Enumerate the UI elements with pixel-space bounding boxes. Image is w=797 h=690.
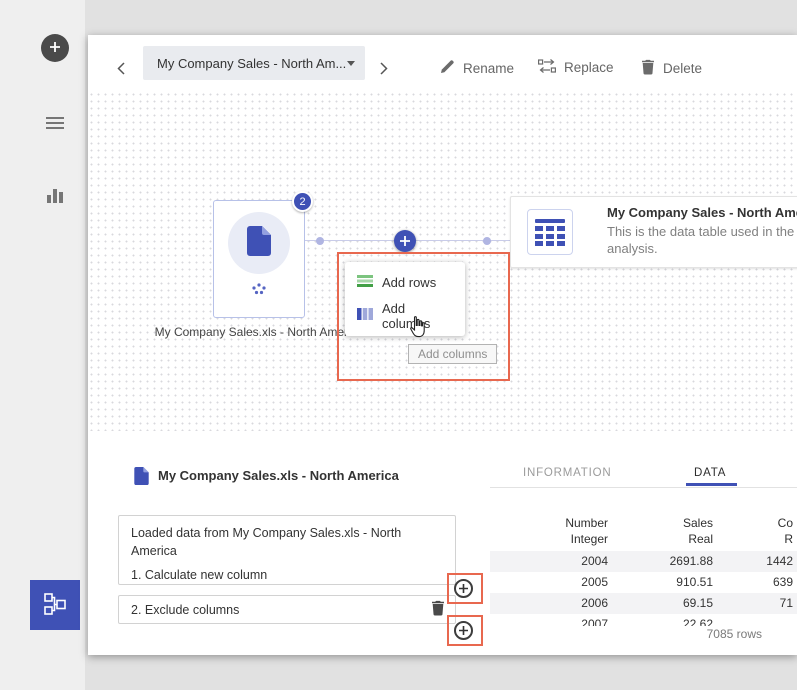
table-card-description: This is the data table used in the analy… (607, 224, 797, 258)
delete-label: Delete (663, 61, 702, 76)
bar-chart-icon (46, 187, 64, 206)
replace-label: Replace (564, 60, 614, 75)
data-table-selector[interactable]: My Company Sales - North Am... (143, 46, 365, 80)
cell: 639 (773, 572, 793, 593)
menu-item-label: Add rows (382, 275, 436, 290)
cell: 22.62 (683, 614, 713, 626)
connection-port (483, 237, 491, 245)
delete-step-button[interactable] (426, 599, 450, 621)
divider (490, 487, 797, 488)
rename-button[interactable]: Rename (440, 59, 514, 77)
cell: 2004 (581, 551, 608, 572)
column-header: Number (565, 515, 608, 531)
active-tab-indicator (686, 483, 737, 486)
table-row: 2005 910.51 639 (490, 572, 797, 593)
menu-item-add-columns[interactable]: Add columns (345, 299, 465, 332)
cell: 2691.88 (670, 551, 713, 572)
cell: 2007 (581, 614, 608, 626)
delete-button[interactable]: Delete (641, 59, 702, 78)
add-columns-icon (357, 308, 373, 323)
replace-button[interactable]: Replace (538, 59, 614, 76)
canvas-toolbar: My Company Sales - North Am... Rename (88, 35, 797, 91)
add-rows-icon (357, 275, 373, 290)
table-card-title: My Company Sales - North America (607, 205, 797, 220)
plus-icon (459, 623, 468, 638)
column-header: Sales (683, 515, 713, 531)
menu-item-label: Add columns (382, 301, 453, 331)
table-header-row: Number Sales Co (490, 515, 797, 531)
cell: 910.51 (676, 572, 713, 593)
column-type: Real (688, 531, 713, 547)
left-toolbar (0, 0, 85, 690)
step-2-label: 2. Exclude columns (119, 603, 239, 617)
plus-icon (400, 234, 410, 249)
node-avatar (228, 212, 290, 274)
file-icon (134, 467, 149, 490)
chevron-down-icon (347, 61, 355, 66)
flow-canvas: 2 My Company Sales.xls - (88, 91, 797, 431)
step-1-label: 1. Calculate new column (131, 567, 443, 585)
row-count: 7085 rows (707, 627, 762, 641)
data-table-card[interactable]: My Company Sales - North America This is… (510, 196, 797, 268)
table-icon (527, 209, 573, 255)
column-type: Integer (571, 531, 608, 547)
rename-label: Rename (463, 61, 514, 76)
table-row: 2007 22.62 (490, 614, 797, 626)
table-row: 2006 69.15 71 (490, 593, 797, 614)
table-row: 2004 2691.88 1442 (490, 551, 797, 572)
connection-port (316, 237, 324, 245)
cell: 2005 (581, 572, 608, 593)
list-icon (46, 116, 64, 133)
plus-icon (459, 581, 468, 596)
add-menu: Add rows Add columns (345, 262, 465, 336)
chevron-left-icon (117, 63, 125, 78)
app-window: My Company Sales - North Am... Rename (0, 0, 797, 690)
step-count-badge: 2 (292, 191, 313, 212)
cell: 69.15 (683, 593, 713, 614)
load-step-box: Loaded data from My Company Sales.xls - … (118, 515, 456, 585)
data-list-button[interactable] (45, 116, 65, 132)
cell: 2006 (581, 593, 608, 614)
selector-label: My Company Sales - North Am... (157, 56, 346, 71)
cell: 71 (780, 593, 793, 614)
previous-table-button[interactable] (117, 62, 125, 78)
tooltip: Add columns (408, 344, 497, 364)
data-function-icon (214, 282, 304, 296)
visualizations-button[interactable] (45, 188, 65, 205)
clipped-row-container: 2007 22.62 (490, 614, 797, 626)
insert-step-button[interactable] (454, 579, 473, 598)
add-transformation-button[interactable] (394, 230, 416, 252)
tab-information[interactable]: INFORMATION (523, 467, 611, 479)
column-header: Co (778, 515, 793, 531)
menu-item-add-rows[interactable]: Add rows (345, 266, 465, 299)
load-step-text: Loaded data from My Company Sales.xls - … (131, 525, 443, 560)
plus-icon (49, 41, 61, 56)
exclude-columns-step[interactable]: 2. Exclude columns (118, 595, 456, 624)
column-type: R (784, 531, 793, 547)
data-canvas-page: My Company Sales - North Am... Rename (88, 35, 797, 655)
chevron-right-icon (380, 63, 388, 78)
next-table-button[interactable] (380, 62, 388, 78)
flow-icon (43, 592, 67, 619)
source-title: My Company Sales.xls - North America (158, 468, 399, 483)
swap-icon (538, 59, 556, 76)
append-step-button[interactable] (454, 621, 473, 640)
data-canvas-button[interactable] (30, 580, 80, 630)
cell: 1442 (766, 551, 793, 572)
source-file-node[interactable]: 2 (213, 200, 305, 318)
trash-icon (641, 59, 655, 78)
add-button[interactable] (41, 34, 69, 62)
table-type-row: Integer Real R (490, 531, 797, 547)
tab-data[interactable]: DATA (694, 467, 726, 479)
pencil-icon (440, 59, 455, 77)
trash-icon (431, 600, 445, 619)
file-icon (247, 226, 271, 261)
source-detail-panel: My Company Sales.xls - North America Loa… (88, 431, 797, 655)
